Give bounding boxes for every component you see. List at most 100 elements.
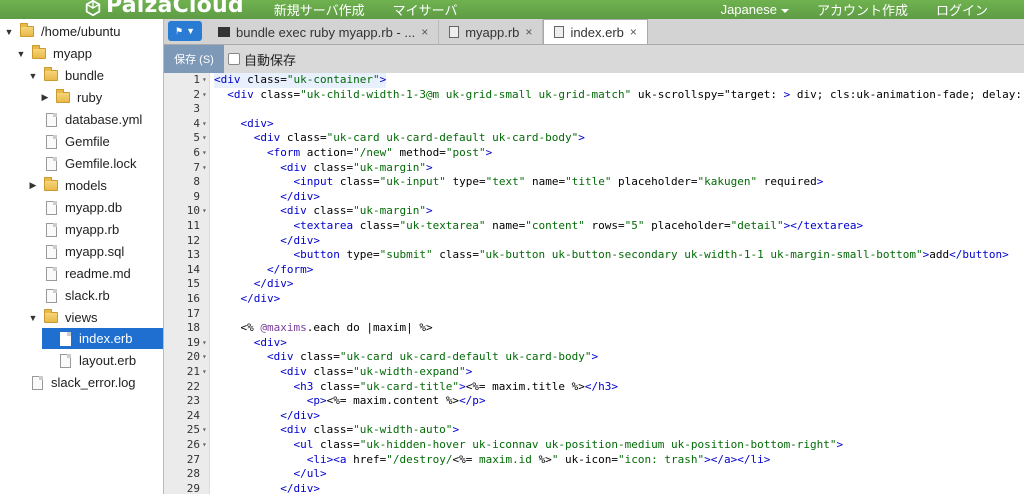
- code-line[interactable]: 17: [164, 307, 1024, 322]
- code-line[interactable]: 2 ▾ <div class="uk-child-width-1-3@m uk-g…: [164, 88, 1024, 103]
- tab-terminal[interactable]: bundle exec ruby myapp.rb - ... ×: [208, 20, 440, 44]
- code-editor[interactable]: 1 ▾ <div class="uk-container"> 2 ▾ <div clas…: [164, 73, 1024, 494]
- fold-arrow-icon[interactable]: ▾: [202, 204, 207, 219]
- code-line[interactable]: 14 </form>: [164, 263, 1024, 278]
- nav-my-servers[interactable]: マイサーバ: [393, 0, 458, 19]
- tree-item-myapp-sql[interactable]: myapp.sql: [46, 241, 163, 262]
- expanded-arrow-icon[interactable]: ▼: [28, 71, 38, 81]
- save-button[interactable]: 保存 (S): [164, 45, 224, 73]
- fold-arrow-icon[interactable]: ▾: [202, 423, 207, 438]
- fold-arrow-icon[interactable]: ▾: [202, 336, 207, 351]
- tab-index-erb[interactable]: index.erb ×: [543, 19, 648, 44]
- tab-myapp-rb[interactable]: myapp.rb ×: [439, 20, 544, 44]
- nav-login[interactable]: ログイン: [936, 0, 988, 19]
- code-line[interactable]: 7 ▾ <div class="uk-margin">: [164, 161, 1024, 176]
- code-line[interactable]: 10 ▾ <div class="uk-margin">: [164, 204, 1024, 219]
- tree-item-database-yml[interactable]: database.yml: [46, 109, 163, 130]
- line-number: 21: [186, 365, 200, 378]
- line-number: 14: [186, 262, 200, 276]
- file-icon: [46, 156, 57, 171]
- tree-item-label: ruby: [77, 90, 103, 105]
- collapsed-arrow-icon[interactable]: ▶: [40, 92, 50, 103]
- tree-item-home-ubuntu[interactable]: ▼ /home/ubuntu: [4, 21, 163, 42]
- fold-arrow-icon[interactable]: ▾: [202, 131, 207, 146]
- tree-item-label: index.erb: [79, 331, 133, 346]
- nav-create-account[interactable]: アカウント作成: [817, 0, 908, 19]
- tree-item-label: readme.md: [65, 266, 131, 281]
- code-line[interactable]: 18 <% @maxims.each do |maxim| %>: [164, 321, 1024, 336]
- code-line[interactable]: 1 ▾ <div class="uk-container">: [164, 73, 1024, 88]
- fold-arrow-icon[interactable]: ▾: [202, 146, 207, 161]
- collapsed-arrow-icon[interactable]: ▶: [28, 180, 38, 191]
- code-line[interactable]: 24 </div>: [164, 409, 1024, 424]
- code-line[interactable]: 12 </div>: [164, 234, 1024, 249]
- tree-item-slack-error-log[interactable]: slack_error.log: [32, 372, 163, 393]
- tree-item-gemfile[interactable]: Gemfile: [46, 131, 163, 152]
- file-icon: [60, 353, 71, 368]
- expanded-arrow-icon[interactable]: ▼: [28, 313, 38, 323]
- autosave-checkbox[interactable]: [228, 53, 240, 65]
- line-number: 1: [193, 73, 200, 86]
- code-line[interactable]: 15 </div>: [164, 277, 1024, 292]
- tree-item-slack-rb[interactable]: slack.rb: [46, 285, 163, 306]
- file-icon: [46, 266, 57, 281]
- tree-item-ruby[interactable]: ▶ ruby: [40, 87, 163, 108]
- code-line[interactable]: 3: [164, 102, 1024, 117]
- fold-arrow-icon[interactable]: ▾: [202, 161, 207, 176]
- code-text: <% @maxims.each do |maxim| %>: [240, 321, 433, 335]
- code-line[interactable]: 9 </div>: [164, 190, 1024, 205]
- tree-item-gemfile-lock[interactable]: Gemfile.lock: [46, 153, 163, 174]
- line-number: 29: [186, 481, 200, 494]
- fold-arrow-icon[interactable]: ▾: [202, 350, 207, 365]
- line-number: 17: [186, 306, 200, 320]
- code-line[interactable]: 29 </div>: [164, 482, 1024, 494]
- editor-tab-bar: ⚑ ▼ bundle exec ruby myapp.rb - ... × my…: [164, 19, 1024, 45]
- tree-item-views[interactable]: ▼ views: [28, 307, 163, 328]
- code-text: <p><%= maxim.content %></p>: [306, 394, 486, 408]
- expanded-arrow-icon[interactable]: ▼: [16, 49, 26, 59]
- code-line[interactable]: 19 ▾ <div>: [164, 336, 1024, 351]
- fold-arrow-icon[interactable]: ▾: [202, 438, 207, 453]
- code-text: <h3 class="uk-card-title"><%= maxim.titl…: [293, 379, 619, 393]
- code-line[interactable]: 6 ▾ <form action="/new" method="post">: [164, 146, 1024, 161]
- fold-arrow-icon[interactable]: ▾: [202, 365, 207, 380]
- code-line[interactable]: 13 <button type="submit" class="uk-butto…: [164, 248, 1024, 263]
- tree-item-layout-erb[interactable]: layout.erb: [60, 350, 163, 371]
- code-line[interactable]: 28 </ul>: [164, 467, 1024, 482]
- fold-arrow-icon[interactable]: ▾: [202, 88, 207, 103]
- close-icon[interactable]: ×: [630, 25, 637, 39]
- code-line[interactable]: 11 <textarea class="uk-textarea" name="c…: [164, 219, 1024, 234]
- expanded-arrow-icon[interactable]: ▼: [4, 27, 14, 37]
- code-line[interactable]: 20 ▾ <div class="uk-card uk-card-default …: [164, 350, 1024, 365]
- language-dropdown[interactable]: Japanese: [721, 2, 789, 17]
- nav-create-server[interactable]: 新規サーバ作成: [274, 0, 365, 19]
- code-line[interactable]: 8 <input class="uk-input" type="text" na…: [164, 175, 1024, 190]
- code-line[interactable]: 21 ▾ <div class="uk-width-expand">: [164, 365, 1024, 380]
- tree-item-index-erb[interactable]: index.erb: [42, 328, 163, 349]
- brand-logo-link[interactable]: PaizaCloud: [84, 0, 244, 19]
- close-icon[interactable]: ×: [525, 25, 532, 39]
- tree-item-models[interactable]: ▶ models: [28, 175, 163, 196]
- tree-item-myapp-rb[interactable]: myapp.rb: [46, 219, 163, 240]
- fold-arrow-icon[interactable]: ▾: [202, 117, 207, 132]
- code-line[interactable]: 16 </div>: [164, 292, 1024, 307]
- line-number: 6: [193, 146, 200, 159]
- autosave-toggle[interactable]: 自動保存: [228, 50, 296, 69]
- tree-item-bundle[interactable]: ▼ bundle: [28, 65, 163, 86]
- tree-item-label: /home/ubuntu: [41, 24, 121, 39]
- flag-icon: ⚑: [175, 25, 184, 36]
- tree-item-label: layout.erb: [79, 353, 137, 368]
- code-line[interactable]: 4 ▾ <div>: [164, 117, 1024, 132]
- code-line[interactable]: 25 ▾ <div class="uk-width-auto">: [164, 423, 1024, 438]
- tree-item-myapp[interactable]: ▼ myapp: [16, 43, 163, 64]
- tree-item-readme-md[interactable]: readme.md: [46, 263, 163, 284]
- code-line[interactable]: 26 ▾ <ul class="uk-hidden-hover uk-iconna…: [164, 438, 1024, 453]
- close-icon[interactable]: ×: [421, 25, 428, 39]
- tab-menu-button[interactable]: ⚑ ▼: [168, 21, 202, 41]
- code-line[interactable]: 22 <h3 class="uk-card-title"><%= maxim.t…: [164, 380, 1024, 395]
- code-line[interactable]: 5 ▾ <div class="uk-card uk-card-default u…: [164, 131, 1024, 146]
- code-line[interactable]: 23 <p><%= maxim.content %></p>: [164, 394, 1024, 409]
- fold-arrow-icon[interactable]: ▾: [202, 73, 207, 88]
- tree-item-myapp-db[interactable]: myapp.db: [46, 197, 163, 218]
- code-line[interactable]: 27 <li><a href="/destroy/<%= maxim.id %>…: [164, 453, 1024, 468]
